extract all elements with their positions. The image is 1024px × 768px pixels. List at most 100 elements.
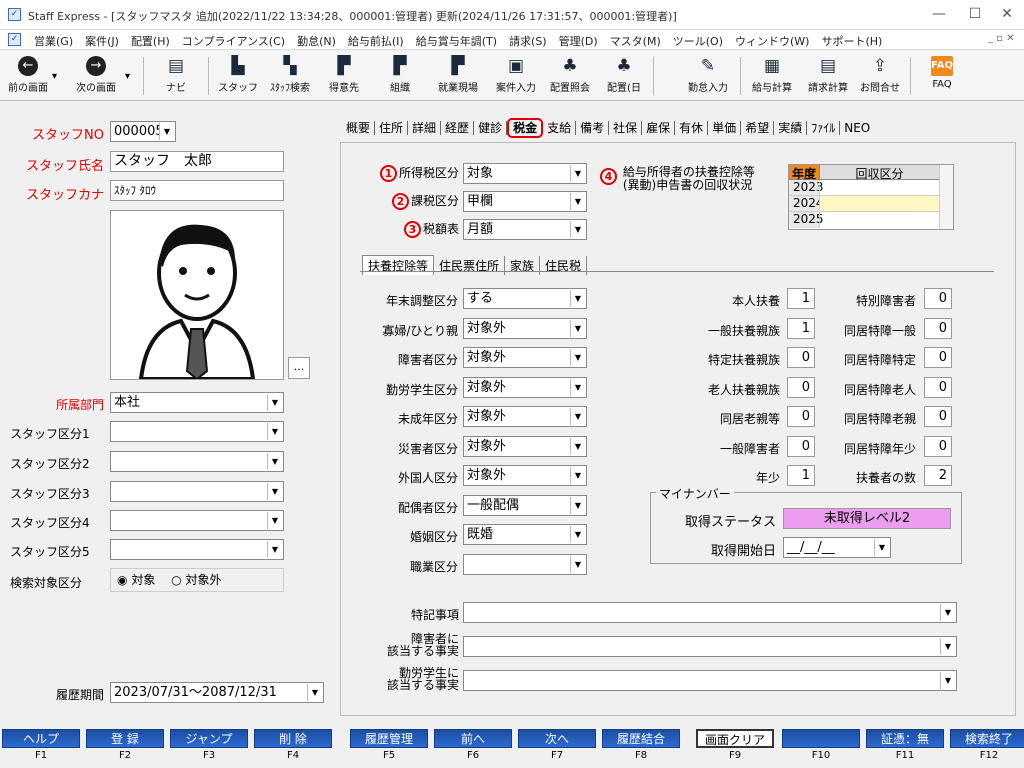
- dep-left-select[interactable]: 対象外 ▼: [463, 347, 587, 368]
- tokki-select[interactable]: ▼: [463, 602, 957, 623]
- placement-query-button[interactable]: ♣ 配置照会: [542, 54, 598, 98]
- dep-mid-value[interactable]: 1: [787, 288, 815, 309]
- table-row[interactable]: 2023: [789, 180, 953, 196]
- payroll-button[interactable]: ▦ 給与計算: [744, 54, 800, 98]
- close-button[interactable]: ✕: [992, 4, 1022, 24]
- shotoku-select[interactable]: 対象 ▼: [463, 163, 587, 184]
- dep-left-select[interactable]: 一般配偶 ▼: [463, 494, 587, 516]
- dep-left-select[interactable]: 対象外 ▼: [463, 465, 587, 486]
- menu-master[interactable]: マスタ(M): [610, 35, 661, 48]
- dep-left-select[interactable]: 対象外 ▼: [463, 317, 587, 339]
- faq-button[interactable]: FAQ FAQ: [914, 54, 970, 98]
- dep-mid-value[interactable]: 0: [787, 376, 815, 398]
- menu-payroll[interactable]: 給与賞与年調(T): [416, 35, 497, 48]
- dep-mid-value[interactable]: 0: [787, 406, 815, 427]
- dep-right-value[interactable]: 0: [924, 376, 952, 398]
- search-off-label[interactable]: 対象外: [185, 573, 221, 587]
- mdi-controls[interactable]: _ ▫ ✕: [988, 33, 1015, 44]
- history-period-select[interactable]: 2023/07/31～2087/12/31 ▼: [110, 682, 324, 703]
- org-button[interactable]: ▛ 組織: [372, 54, 428, 98]
- fkey-f11-button[interactable]: 証憑：無: [866, 729, 944, 748]
- radio-off-icon[interactable]: ○: [171, 573, 181, 587]
- minimize-button[interactable]: —: [924, 4, 954, 24]
- tab-employment-ins[interactable]: 雇保: [642, 121, 676, 135]
- dep-left-select[interactable]: 既婚 ▼: [463, 524, 587, 545]
- table-row[interactable]: 2025: [789, 212, 953, 228]
- staff-kbn3-select[interactable]: ▼: [110, 481, 284, 502]
- subtab-family[interactable]: 家族: [505, 256, 541, 275]
- subtab-address[interactable]: 住民票住所: [434, 256, 506, 275]
- back-dropdown-icon[interactable]: ▾: [52, 71, 57, 82]
- tab-paid-leave[interactable]: 有休: [675, 121, 709, 135]
- tab-health[interactable]: 健診: [474, 121, 508, 135]
- menu-sales[interactable]: 営業(G): [34, 35, 73, 48]
- dep-right-value[interactable]: 0: [924, 435, 952, 457]
- fkey-f3-button[interactable]: ジャンプ: [170, 729, 248, 748]
- dep-left-select[interactable]: 対象外 ▼: [463, 376, 587, 398]
- dep-left-select[interactable]: ▼: [463, 553, 587, 575]
- table-scrollbar[interactable]: [939, 165, 953, 229]
- fkey-f10-button[interactable]: [782, 729, 860, 748]
- forward-dropdown-icon[interactable]: ▾: [125, 71, 130, 82]
- dep-mid-value[interactable]: 1: [787, 465, 815, 486]
- tab-wish[interactable]: 希望: [741, 121, 775, 135]
- radio-on-icon[interactable]: ◉: [117, 573, 127, 587]
- staff-name-input[interactable]: スタッフ 太郎: [110, 151, 284, 172]
- menu-admin[interactable]: 管理(D): [559, 35, 598, 48]
- dep-left-select[interactable]: 対象外 ▼: [463, 406, 587, 427]
- fkey-f8-button[interactable]: 履歴結合: [602, 729, 680, 748]
- mynumber-start-date[interactable]: __/__/__ ▼: [783, 537, 891, 558]
- dep-right-value[interactable]: 0: [924, 288, 952, 309]
- kazei-select[interactable]: 甲欄 ▼: [463, 191, 587, 212]
- dep-mid-value[interactable]: 0: [787, 347, 815, 368]
- fkey-f9-button[interactable]: 画面クリア: [696, 729, 774, 748]
- tab-detail[interactable]: 詳細: [408, 121, 442, 135]
- dep-right-value[interactable]: 0: [924, 406, 952, 427]
- worksite-button[interactable]: ▛ 就業現場: [430, 54, 486, 98]
- staff-kana-input[interactable]: ｽﾀｯﾌ ﾀﾛｳ: [110, 180, 284, 201]
- fkey-f1-button[interactable]: ヘルプ: [2, 729, 80, 748]
- inquiry-button[interactable]: ⇪ お問合せ: [852, 54, 908, 98]
- dep-right-value[interactable]: 2: [924, 465, 952, 486]
- fkey-f5-button[interactable]: 履歴管理: [350, 729, 428, 748]
- maximize-button[interactable]: ☐: [960, 4, 990, 24]
- menu-support[interactable]: サポート(H): [821, 35, 882, 48]
- tab-address[interactable]: 住所: [375, 121, 409, 135]
- tab-notes[interactable]: 備考: [576, 121, 610, 135]
- menu-tools[interactable]: ツール(O): [673, 35, 723, 48]
- staff-kbn2-select[interactable]: ▼: [110, 451, 284, 472]
- navi-button[interactable]: ▤ ナビ: [148, 54, 204, 98]
- staff-kbn1-select[interactable]: ▼: [110, 421, 284, 442]
- dep-mid-value[interactable]: 0: [787, 435, 815, 457]
- tab-tax[interactable]: 税金: [507, 118, 544, 138]
- dep-right-value[interactable]: 0: [924, 347, 952, 368]
- tab-unit-price[interactable]: 単価: [708, 121, 742, 135]
- fkey-f2-button[interactable]: 登 録: [86, 729, 164, 748]
- forward-button[interactable]: → 次の画面: [68, 54, 124, 98]
- dep-left-select[interactable]: する ▼: [463, 288, 587, 309]
- tab-neo[interactable]: NEO: [840, 121, 874, 135]
- billing-button[interactable]: ▤ 請求計算: [800, 54, 856, 98]
- staff-button[interactable]: ▙ スタッフ: [210, 54, 266, 98]
- dep-left-select[interactable]: 対象外 ▼: [463, 435, 587, 457]
- search-on-label[interactable]: 対象: [131, 573, 155, 587]
- menu-compliance[interactable]: コンプライアンス(C): [182, 35, 285, 48]
- client-button[interactable]: ▛ 得意先: [316, 54, 372, 98]
- placement-day-button[interactable]: ♣ 配置(日: [596, 54, 652, 98]
- subtab-fuyo[interactable]: 扶養控除等: [362, 255, 435, 275]
- tab-career[interactable]: 経歴: [441, 121, 475, 135]
- shogai-fact-select[interactable]: ▼: [463, 636, 957, 657]
- subtab-resident-tax[interactable]: 住民税: [540, 256, 588, 275]
- fkey-f12-button[interactable]: 検索終了: [950, 729, 1024, 748]
- dep-right-value[interactable]: 0: [924, 317, 952, 339]
- menu-attendance[interactable]: 勤怠(N): [297, 35, 336, 48]
- menu-placement[interactable]: 配置(H): [131, 35, 170, 48]
- menu-case[interactable]: 案件(J): [85, 35, 119, 48]
- attendance-button[interactable]: ✎ 勤怠入力: [680, 54, 736, 98]
- tab-social-ins[interactable]: 社保: [609, 121, 643, 135]
- back-button[interactable]: ← 前の画面: [0, 54, 56, 98]
- staff-no-select[interactable]: 000005 ▼: [110, 121, 176, 142]
- fkey-f6-button[interactable]: 前へ: [434, 729, 512, 748]
- menu-window[interactable]: ウィンドウ(W): [735, 35, 809, 48]
- tab-overview[interactable]: 概要: [342, 121, 376, 135]
